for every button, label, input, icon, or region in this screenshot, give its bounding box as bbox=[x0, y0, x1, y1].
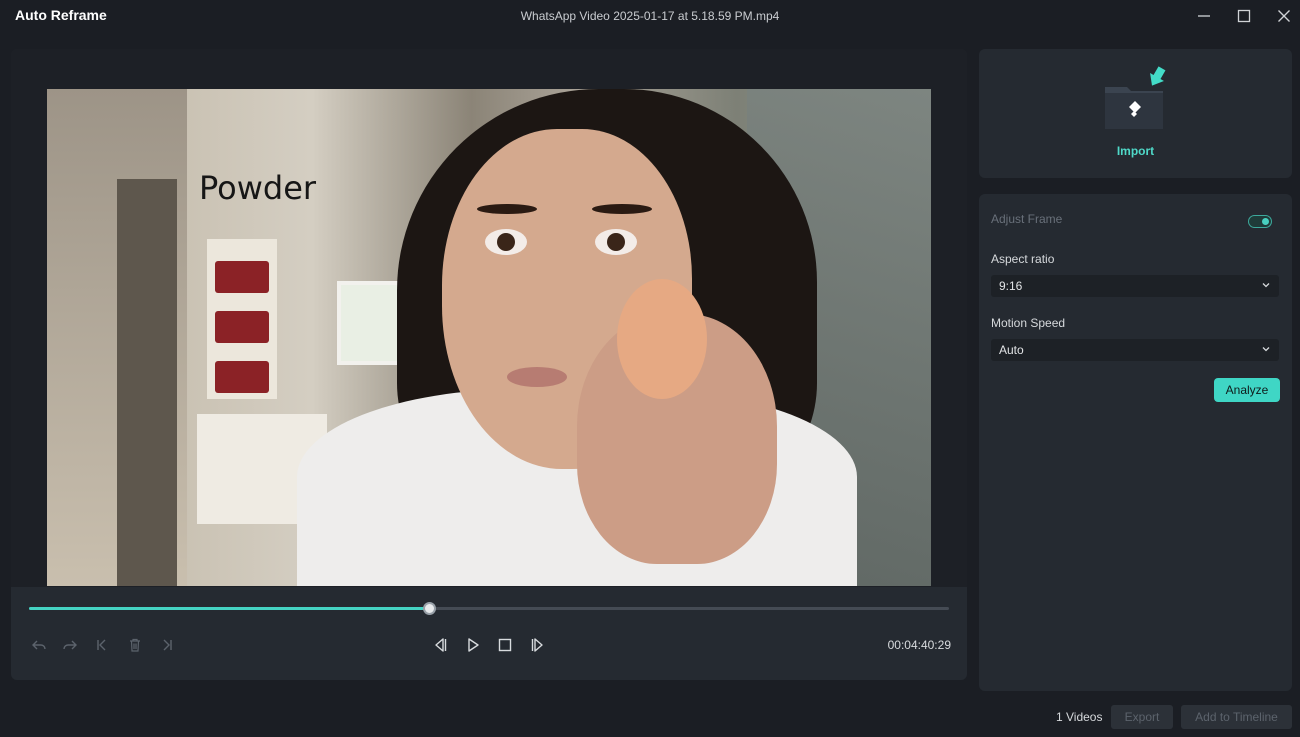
import-folder-icon bbox=[1105, 66, 1166, 129]
person-lips bbox=[507, 367, 567, 387]
motion-speed-label: Motion Speed bbox=[991, 316, 1066, 330]
close-icon bbox=[1278, 10, 1290, 22]
toggle-knob bbox=[1262, 218, 1269, 225]
progress-bar[interactable] bbox=[29, 602, 949, 615]
timecode: 00:04:40:29 bbox=[887, 638, 951, 652]
minimize-icon bbox=[1198, 15, 1210, 17]
preview-panel: Powder 00:04:40:29 bbox=[11, 49, 967, 680]
reframe-settings-panel: Adjust Frame Aspect ratio 9:16 Motion Sp… bbox=[979, 194, 1292, 691]
next-frame-button[interactable] bbox=[527, 634, 549, 656]
title-bar: Auto Reframe WhatsApp Video 2025-01-17 a… bbox=[0, 0, 1300, 34]
import-button[interactable]: Import bbox=[979, 49, 1292, 178]
video-frame[interactable]: Powder bbox=[47, 89, 931, 586]
minimize-button[interactable] bbox=[1191, 4, 1217, 28]
scene-towel bbox=[215, 361, 269, 393]
delete-icon bbox=[130, 638, 140, 652]
maximize-icon bbox=[1237, 9, 1251, 23]
delete-button[interactable] bbox=[124, 634, 146, 656]
adjust-frame-label: Adjust Frame bbox=[991, 212, 1063, 226]
undo-icon bbox=[32, 640, 46, 650]
file-title: WhatsApp Video 2025-01-17 at 5.18.59 PM.… bbox=[520, 9, 780, 23]
aspect-ratio-select[interactable]: 9:16 bbox=[991, 275, 1279, 297]
person-brow bbox=[477, 204, 537, 214]
scene-towel bbox=[215, 261, 269, 293]
previous-frame-icon bbox=[435, 638, 447, 652]
aspect-ratio-label: Aspect ratio bbox=[991, 252, 1055, 266]
next-frame-icon bbox=[531, 638, 543, 652]
makeup-sponge bbox=[617, 279, 707, 399]
go-to-start-button[interactable] bbox=[91, 634, 113, 656]
close-button[interactable] bbox=[1271, 4, 1297, 28]
export-button[interactable]: Export bbox=[1111, 705, 1173, 729]
import-label: Import bbox=[1116, 144, 1155, 158]
go-to-end-button[interactable] bbox=[156, 634, 178, 656]
chevron-down-icon bbox=[1262, 347, 1270, 352]
play-icon bbox=[468, 638, 479, 652]
stop-button[interactable] bbox=[494, 634, 516, 656]
video-preview-area: Powder bbox=[11, 49, 967, 587]
redo-icon bbox=[63, 640, 77, 650]
stop-icon bbox=[498, 638, 512, 652]
go-to-start-icon bbox=[97, 639, 106, 651]
progress-thumb[interactable] bbox=[423, 602, 437, 615]
person-eye bbox=[485, 229, 527, 255]
undo-button[interactable] bbox=[28, 634, 50, 656]
play-button[interactable] bbox=[462, 634, 484, 656]
add-to-timeline-button[interactable]: Add to Timeline bbox=[1181, 705, 1292, 729]
go-to-end-icon bbox=[163, 639, 172, 651]
analyze-button[interactable]: Analyze bbox=[1214, 378, 1280, 402]
aspect-ratio-value: 9:16 bbox=[999, 279, 1023, 293]
maximize-button[interactable] bbox=[1231, 4, 1257, 28]
scene-towel bbox=[215, 311, 269, 343]
person-eye bbox=[595, 229, 637, 255]
person-brow bbox=[592, 204, 652, 214]
motion-speed-select[interactable]: Auto bbox=[991, 339, 1279, 361]
progress-fill bbox=[29, 607, 430, 610]
previous-frame-button[interactable] bbox=[429, 634, 451, 656]
adjust-frame-toggle[interactable] bbox=[1248, 215, 1272, 228]
chevron-down-icon bbox=[1262, 283, 1270, 288]
scene-door bbox=[117, 179, 177, 586]
video-count: 1 Videos bbox=[1056, 710, 1103, 724]
video-caption: Powder bbox=[199, 169, 317, 207]
redo-button[interactable] bbox=[59, 634, 81, 656]
motion-speed-value: Auto bbox=[999, 343, 1024, 357]
